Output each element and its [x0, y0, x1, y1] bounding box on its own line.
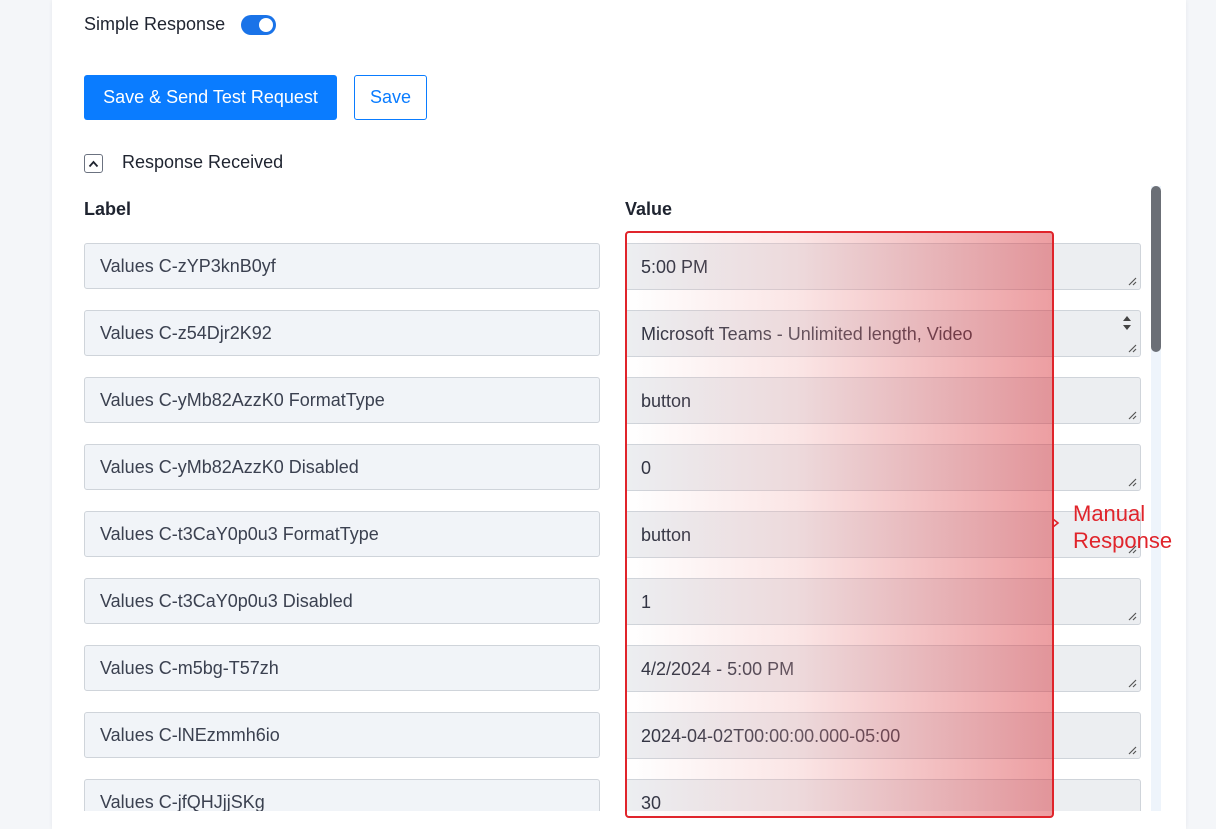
value-text: 4/2/2024 - 5:00 PM: [641, 659, 795, 679]
table-row: Values C-t3CaY0p0u3 FormatType button: [84, 511, 1144, 578]
brace-pointer-icon: [1052, 511, 1060, 535]
value-field[interactable]: 0: [625, 444, 1141, 491]
label-column-header: Label: [84, 199, 132, 219]
resize-grip-icon[interactable]: [1127, 276, 1137, 286]
resize-grip-icon[interactable]: [1127, 343, 1137, 353]
resize-grip-icon[interactable]: [1127, 745, 1137, 755]
value-text: button: [641, 391, 692, 411]
value-text: Microsoft Teams - Unlimited length, Vide…: [641, 324, 973, 344]
label-field[interactable]: Values C-yMb82AzzK0 FormatType: [84, 377, 600, 423]
value-field[interactable]: 4/2/2024 - 5:00 PM: [625, 645, 1141, 692]
value-text: button: [641, 525, 692, 545]
label-field[interactable]: Values C-t3CaY0p0u3 Disabled: [84, 578, 600, 624]
table-row: Values C-lNEzmmh6io 2024-04-02T00:00:00.…: [84, 712, 1144, 779]
collapse-toggle[interactable]: [84, 154, 103, 173]
label-field[interactable]: Values C-z54Djr2K92: [84, 310, 600, 356]
value-field[interactable]: 2024-04-02T00:00:00.000-05:00: [625, 712, 1141, 759]
save-button[interactable]: Save: [354, 75, 427, 120]
label-field[interactable]: Values C-t3CaY0p0u3 FormatType: [84, 511, 600, 557]
value-field[interactable]: 30: [625, 779, 1141, 811]
simple-response-toggle[interactable]: [241, 14, 277, 35]
value-text: 5:00 PM: [641, 257, 709, 277]
annotation-line-2: Response: [1073, 528, 1173, 553]
toggle-knob: [259, 17, 274, 32]
label-field[interactable]: Values C-lNEzmmh6io: [84, 712, 600, 758]
table-row: Values C-zYP3knB0yf 5:00 PM: [84, 243, 1144, 310]
resize-grip-icon[interactable]: [1127, 611, 1137, 621]
simple-response-label: Simple Response: [84, 14, 226, 34]
value-text: 1: [641, 592, 652, 612]
value-text: 30: [641, 793, 662, 811]
table-row: Values C-t3CaY0p0u3 Disabled 1: [84, 578, 1144, 645]
spin-arrows-icon[interactable]: [1122, 314, 1132, 332]
label-field[interactable]: Values C-yMb82AzzK0 Disabled: [84, 444, 600, 490]
value-column-header: Value: [625, 199, 673, 219]
label-field[interactable]: Values C-m5bg-T57zh: [84, 645, 600, 691]
table-row: Values C-z54Djr2K92 Microsoft Teams - Un…: [84, 310, 1144, 377]
value-text: 0: [641, 458, 652, 478]
table-row: Values C-jfQHJjjSKg 30: [84, 779, 1144, 811]
annotation-line-1: Manual: [1073, 501, 1146, 526]
resize-grip-icon[interactable]: [1127, 678, 1137, 688]
label-field[interactable]: Values C-jfQHJjjSKg: [84, 779, 600, 811]
value-field[interactable]: Microsoft Teams - Unlimited length, Vide…: [625, 310, 1141, 357]
value-field[interactable]: button: [625, 377, 1141, 424]
table-row: Values C-m5bg-T57zh 4/2/2024 - 5:00 PM: [84, 645, 1144, 712]
response-table: Values C-zYP3knB0yf 5:00 PM Values C-z54…: [84, 243, 1144, 811]
save-send-test-request-button[interactable]: Save & Send Test Request: [84, 75, 337, 120]
value-field[interactable]: 1: [625, 578, 1141, 625]
chevron-up-icon: [88, 160, 99, 167]
value-field[interactable]: 5:00 PM: [625, 243, 1141, 290]
manual-response-annotation: Manual Response: [1073, 500, 1172, 554]
resize-grip-icon[interactable]: [1127, 477, 1137, 487]
simple-response-row: Simple Response: [84, 14, 277, 35]
label-field[interactable]: Values C-zYP3knB0yf: [84, 243, 600, 289]
table-row: Values C-yMb82AzzK0 FormatType button: [84, 377, 1144, 444]
resize-grip-icon[interactable]: [1127, 410, 1137, 420]
section-title: Response Received: [122, 152, 284, 172]
scrollbar-thumb[interactable]: [1151, 186, 1161, 352]
value-text: 2024-04-02T00:00:00.000-05:00: [641, 726, 901, 746]
table-row: Values C-yMb82AzzK0 Disabled 0: [84, 444, 1144, 511]
